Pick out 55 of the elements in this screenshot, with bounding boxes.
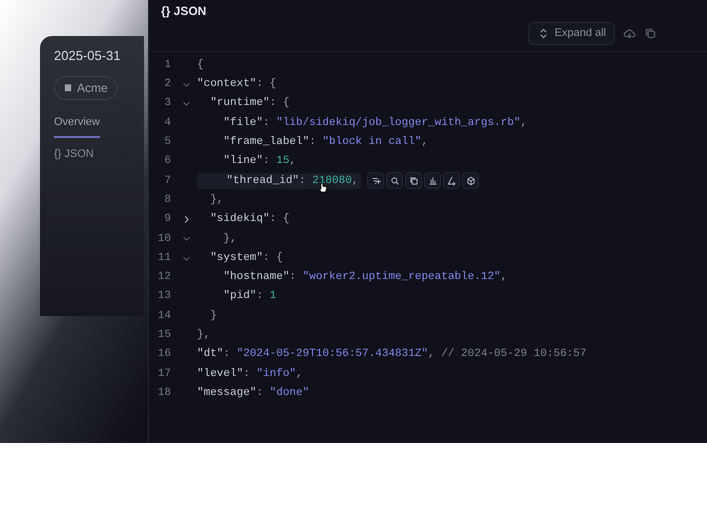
line-number: 8	[163, 192, 172, 208]
line-number: 18	[156, 386, 172, 401]
line-number: 4	[163, 116, 172, 131]
expand-all-button[interactable]: Expand all	[528, 22, 615, 44]
code-line: "message": "done"	[197, 386, 310, 401]
date-heading: 2025-05-31	[54, 47, 120, 65]
code-line: {	[197, 58, 204, 73]
line-number: 12	[156, 270, 172, 286]
code-line: },	[209, 192, 224, 208]
cube-button[interactable]	[462, 172, 480, 190]
organization-name: Acme	[77, 80, 108, 96]
code-line: "line": 15,	[222, 154, 296, 170]
line-number: 6	[163, 154, 172, 170]
code-line: "dt": "2024-05-29T10:56:57.434831Z", // 2024-05-29 10:56:57	[197, 347, 586, 362]
chevron-down-icon[interactable]	[182, 99, 190, 108]
copy-icon	[644, 26, 657, 40]
search-button[interactable]	[386, 172, 404, 190]
code-line: "sidekiq": {	[209, 212, 290, 228]
code-line: "frame_label": "block in call",	[222, 135, 428, 150]
code-line: "system": {	[209, 250, 283, 266]
copy-icon	[408, 176, 419, 186]
code-line: "pid": 1	[222, 289, 276, 304]
code-line: }	[209, 308, 217, 324]
line-number: 9	[163, 212, 172, 228]
line-number: 17	[156, 366, 172, 382]
code-line: "hostname": "worker2.uptime_repeatable.12",	[222, 270, 508, 286]
line-number: 14	[156, 308, 172, 324]
code-line: "file": "lib/sidekiq/job_logger_with_args.rb",	[222, 116, 528, 131]
search-icon	[390, 176, 400, 186]
code-line: "runtime": {	[209, 96, 290, 112]
line-number: 2	[163, 77, 172, 92]
line-number: 5	[163, 135, 172, 150]
line-number: 1	[163, 58, 172, 73]
line-number: 11	[156, 250, 172, 266]
tab[interactable]: Overview	[54, 114, 100, 138]
cube-icon	[466, 176, 476, 186]
filter-add-icon	[370, 176, 381, 186]
bar-chart-icon	[428, 176, 438, 186]
line-number: 16	[156, 347, 172, 362]
copy-button[interactable]	[405, 172, 422, 190]
panel-title: {} JSON	[161, 3, 206, 20]
code-line: "level": "info",	[197, 366, 303, 382]
line-number: 15	[156, 328, 172, 344]
filter-add-button[interactable]	[367, 172, 384, 190]
code-line: },	[222, 232, 237, 247]
code-line: "context": {	[197, 77, 276, 92]
line-number: 7	[163, 174, 172, 189]
code-line: },	[197, 328, 210, 344]
line-number: 3	[163, 96, 172, 112]
bar-chart-button[interactable]	[424, 172, 442, 190]
line-number: 13	[156, 289, 172, 304]
chevron-down-icon[interactable]	[182, 234, 190, 244]
section-title: {} JSON	[54, 147, 94, 162]
line-number: 10	[156, 232, 172, 247]
cloud-download-icon	[623, 26, 636, 40]
